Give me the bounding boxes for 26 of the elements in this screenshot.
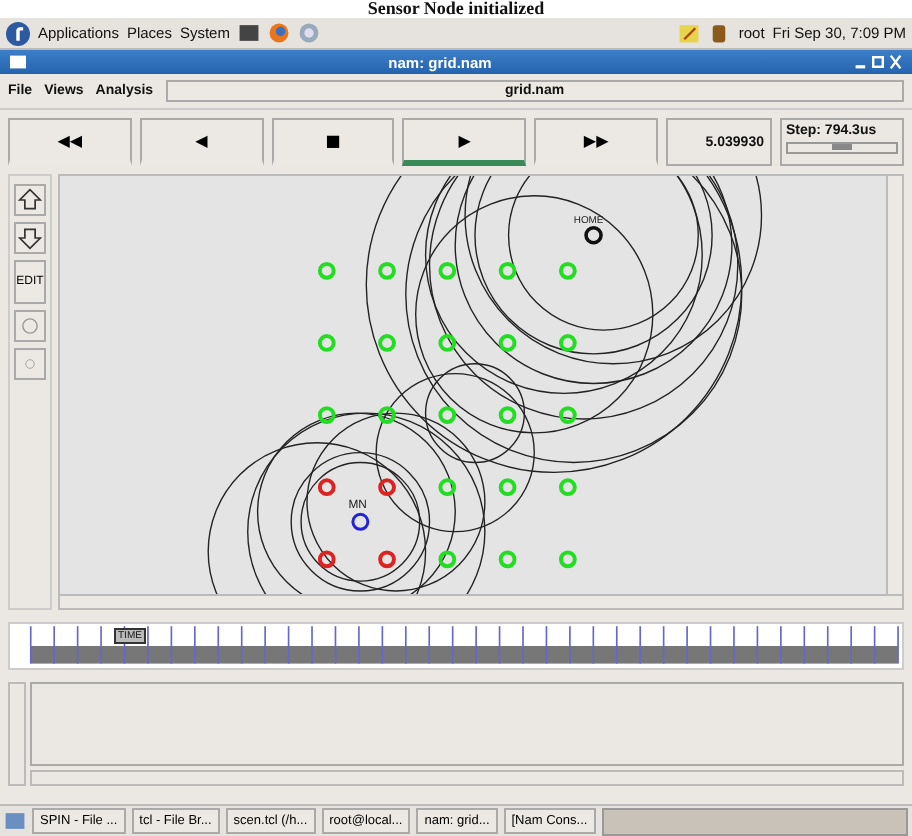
playback-button[interactable]: ▶▶ xyxy=(534,118,658,166)
large-node-button[interactable] xyxy=(14,310,46,342)
window-buttons-icon[interactable] xyxy=(852,54,904,70)
log-horizontal-scrollbar[interactable] xyxy=(30,770,904,786)
playback-button[interactable]: ▶ xyxy=(402,118,527,166)
window-menu-icon[interactable] xyxy=(8,54,28,70)
notes-icon[interactable] xyxy=(678,22,701,44)
zoom-out-button[interactable] xyxy=(14,222,46,254)
playback-button[interactable]: ◀◀ xyxy=(8,118,132,166)
caption-text: Sensor Node initialized xyxy=(0,0,912,18)
workspace-switcher[interactable] xyxy=(601,807,908,835)
show-desktop-icon[interactable] xyxy=(4,810,26,832)
playback-button[interactable]: ■ xyxy=(271,118,395,166)
terminal-icon[interactable] xyxy=(237,22,260,44)
vertical-scrollbar[interactable] xyxy=(886,176,902,595)
down-arrow-icon xyxy=(18,226,42,250)
zoom-in-button[interactable] xyxy=(14,184,46,216)
circle-icon xyxy=(24,358,36,370)
up-arrow-icon xyxy=(18,188,42,212)
log-scrollbar[interactable] xyxy=(8,682,26,786)
circle-icon xyxy=(20,316,40,336)
playback-button[interactable]: ◀ xyxy=(139,118,264,166)
small-node-button[interactable] xyxy=(14,348,46,380)
logo-icon[interactable] xyxy=(6,21,30,45)
browser-icon[interactable] xyxy=(267,22,290,44)
package-icon[interactable] xyxy=(708,22,731,44)
